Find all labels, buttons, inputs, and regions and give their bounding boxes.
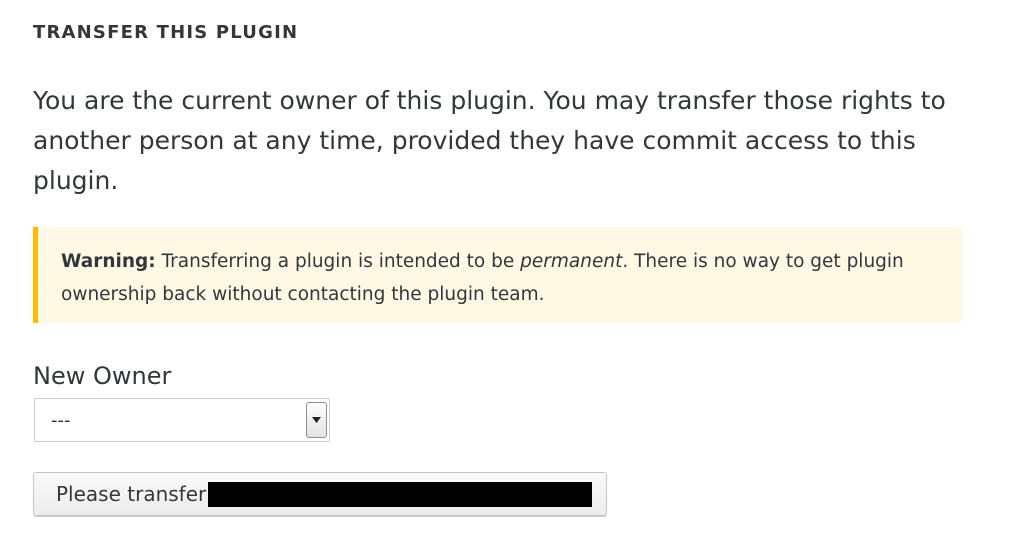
warning-label: Warning: [61, 251, 156, 272]
transfer-button-label: Please transfer [56, 482, 207, 506]
new-owner-selected-value: --- [51, 410, 71, 431]
caret-down-icon [312, 417, 321, 423]
new-owner-select[interactable]: --- [34, 398, 330, 442]
transfer-description: You are the current owner of this plugin… [33, 86, 946, 195]
new-owner-label: New Owner [33, 362, 172, 390]
warning-emphasis: permanent [520, 251, 623, 272]
warning-text-before: Transferring a plugin is intended to be [161, 251, 515, 272]
section-title: TRANSFER THIS PLUGIN [33, 22, 299, 43]
redacted-username [208, 481, 593, 507]
dropdown-toggle[interactable] [306, 402, 327, 438]
transfer-button[interactable]: Please transfer [33, 472, 607, 516]
warning-notice: Warning: Transferring a plugin is intend… [33, 227, 962, 323]
